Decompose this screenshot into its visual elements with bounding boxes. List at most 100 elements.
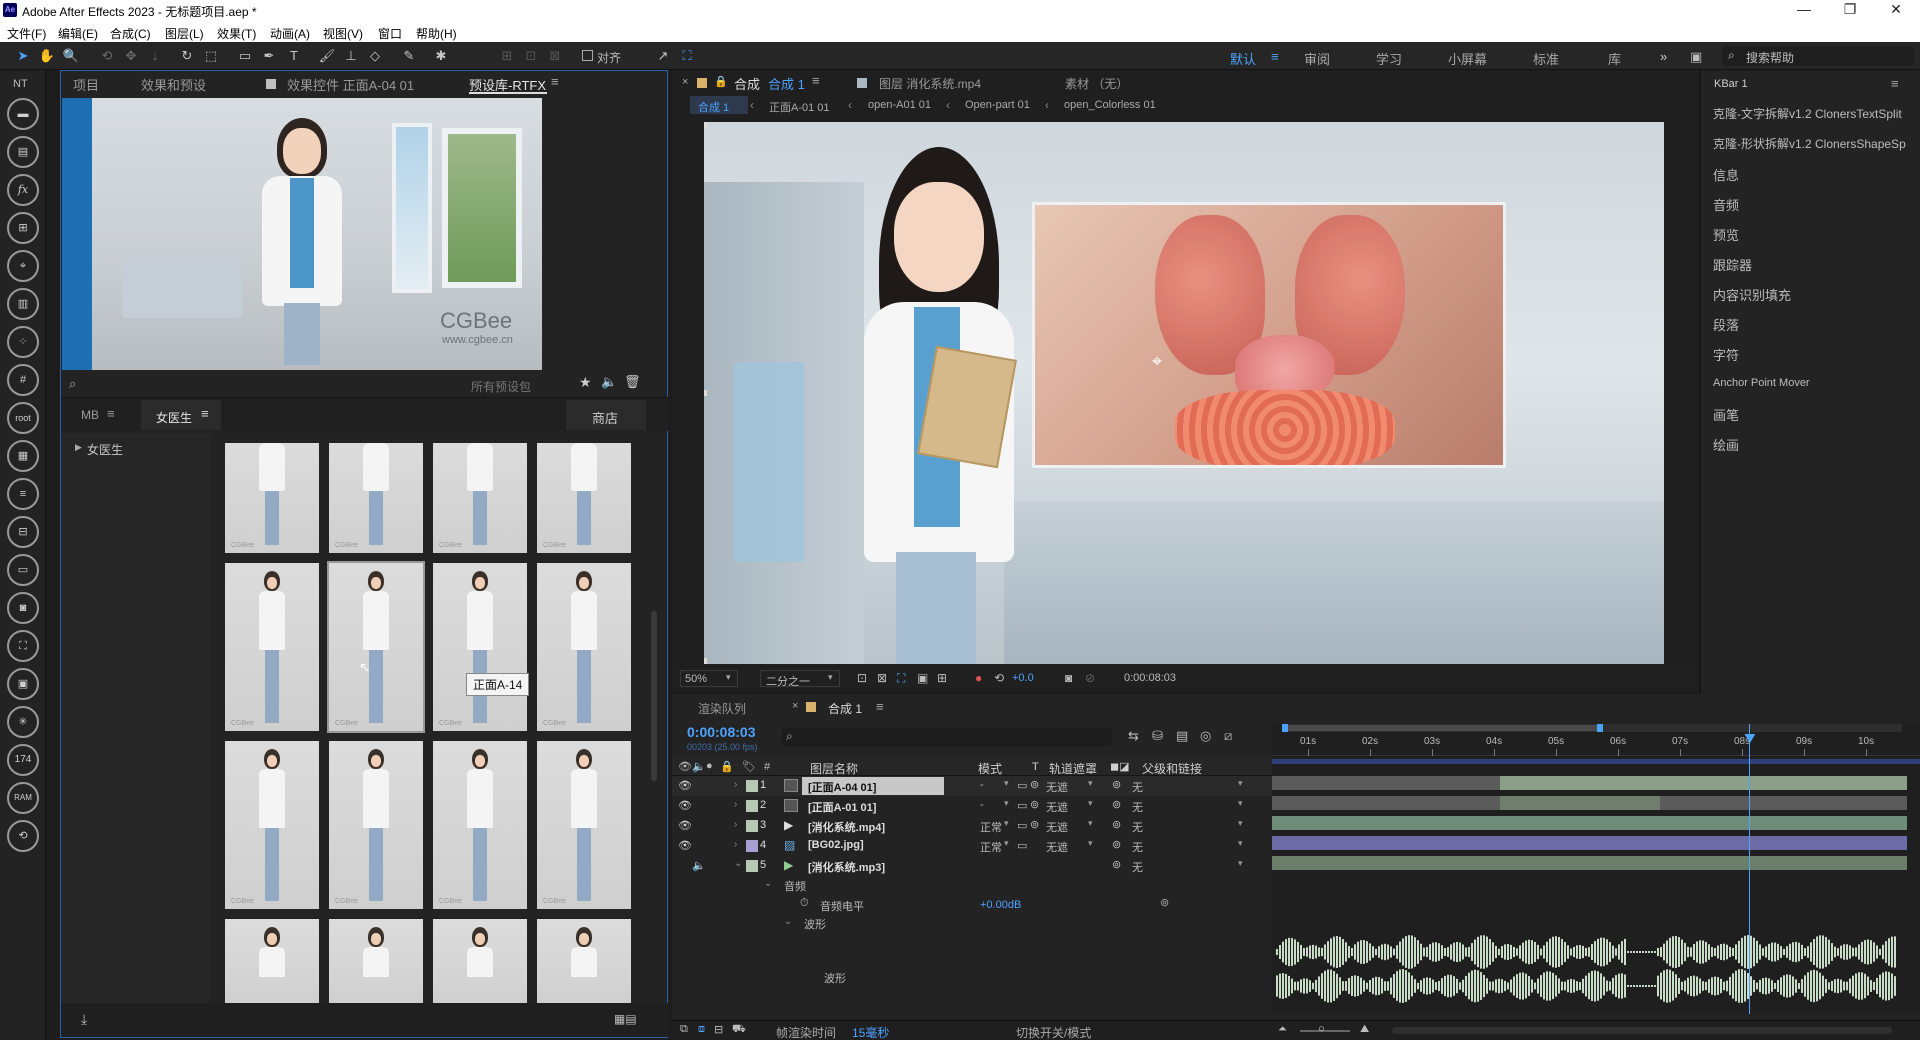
pickwhip-icon[interactable]: ⊚ — [1112, 818, 1121, 831]
display-icon[interactable]: ▣ — [7, 668, 39, 700]
pickwhip-icon[interactable]: ⊚ — [1112, 798, 1121, 811]
channel-icon[interactable]: ● — [975, 671, 982, 685]
expand-arrow-icon[interactable]: › — [734, 799, 737, 810]
grid-scrollbar[interactable] — [651, 611, 657, 781]
workspace-learn[interactable]: 学习 — [1376, 49, 1402, 68]
pickwhip-icon[interactable]: ⊚ — [1112, 838, 1121, 851]
align-icon[interactable]: ≡ — [7, 478, 39, 510]
panel-item-tracker[interactable]: 跟踪器 — [1713, 255, 1752, 274]
workspace-more-icon[interactable]: » — [1660, 49, 1667, 64]
orbit-tool-icon[interactable]: ⟲ — [98, 48, 116, 64]
tree-expand-icon[interactable]: ▶ — [75, 442, 82, 453]
sound-icon[interactable]: 🔈 — [601, 374, 617, 390]
workspace-menu-icon[interactable]: ≡ — [1271, 49, 1279, 64]
preset-thumbnail-selected[interactable]: CGBee — [327, 561, 425, 733]
subtab-mb-menu-icon[interactable]: ≡ — [107, 406, 115, 421]
table-row[interactable]: 👁 1 › [正面A-04 01] - ▾ ▭ ⊚ 无遮 ▾ ⊚ 无 ▾ — [672, 776, 1272, 796]
breadcrumb-item[interactable]: 合成 1 — [698, 99, 729, 115]
snap-checkbox[interactable] — [582, 50, 593, 61]
menu-composition[interactable]: 合成(C) — [110, 25, 151, 42]
pen-tool-icon[interactable]: ✒ — [260, 48, 278, 64]
download-icon[interactable]: ⤓ — [81, 1011, 87, 1028]
close-button[interactable]: ✕ — [1873, 1, 1919, 18]
subtab-female-doctor-menu-icon[interactable]: ≡ — [201, 406, 209, 421]
root-icon[interactable]: root — [7, 402, 39, 434]
viewer-tab-composition[interactable]: 合成 — [734, 74, 760, 93]
dolly-tool-icon[interactable]: ↓ — [146, 48, 164, 64]
parent-value[interactable]: 无 — [1132, 799, 1143, 815]
layer-mode[interactable]: - — [980, 799, 984, 811]
counter-icon[interactable]: 174 — [7, 744, 39, 776]
expand-arrow-icon[interactable]: › — [734, 819, 737, 830]
matte-link-icon[interactable]: ⊚ — [1030, 798, 1039, 811]
layer-name[interactable]: [消化系统.mp3] — [808, 859, 885, 875]
preset-thumbnail[interactable]: CGBee — [329, 741, 423, 909]
label-column-icon[interactable]: 🏷 — [742, 760, 756, 773]
track-matte-header[interactable]: 轨道遮罩 — [1049, 760, 1097, 777]
layer-bar[interactable] — [1500, 796, 1660, 810]
track-matte-value[interactable]: 无遮 — [1046, 839, 1068, 855]
pickwhip-icon[interactable]: ⊚ — [1112, 858, 1121, 871]
comp-flowchart-icon[interactable]: ⇆ — [1128, 728, 1139, 744]
tree-item-female-doctor[interactable]: 女医生 — [87, 441, 123, 458]
panel-item-info[interactable]: 信息 — [1713, 165, 1739, 184]
panel-item-audio[interactable]: 音频 — [1713, 195, 1739, 214]
transform-handle[interactable] — [704, 658, 707, 664]
viewer-tab-layer[interactable]: 图层 消化系统.mp4 — [879, 75, 981, 92]
graph-editor-icon[interactable]: ⧄ — [1224, 728, 1232, 744]
visibility-eye-icon[interactable]: 👁 — [678, 819, 692, 832]
resolution-dropdown[interactable]: 二分之一 ▾ — [760, 670, 840, 688]
zoom-slider-knob[interactable]: ○ — [1318, 1023, 1325, 1035]
zoom-in-icon[interactable]: ⛰ — [1360, 1023, 1369, 1036]
ram-icon[interactable]: RAM — [7, 782, 39, 814]
layer-name[interactable]: [BG02.jpg] — [808, 839, 864, 851]
transform-icon[interactable]: ⛶ — [7, 630, 39, 662]
type-tool-icon[interactable]: T — [285, 48, 303, 64]
subtab-mb[interactable]: MB — [81, 408, 99, 422]
preset-thumbnail[interactable]: CGBee — [225, 443, 319, 553]
matte-link-icon[interactable]: ⊚ — [1030, 778, 1039, 791]
region-of-interest-icon[interactable]: ▣ — [917, 671, 928, 685]
mode-header[interactable]: 模式 — [978, 760, 1002, 777]
add-image-icon[interactable]: ⊞ — [7, 212, 39, 244]
label-color-swatch[interactable] — [746, 840, 758, 852]
video-column-icon[interactable]: 👁 — [678, 760, 692, 773]
time-ruler[interactable]: 01s 02s 03s 04s 05s 06s 07s 08s 09s 10s — [1272, 734, 1920, 756]
track-matte-value[interactable]: 无遮 — [1046, 799, 1068, 815]
current-timecode[interactable]: 0:00:08:03 — [687, 724, 756, 740]
zoom-out-icon[interactable]: ⏶ — [1278, 1023, 1287, 1036]
preset-search-placeholder[interactable]: 所有预设包 — [471, 378, 531, 395]
history-icon[interactable]: ⟲ — [7, 820, 39, 852]
tab-comp-1[interactable]: 合成 1 — [828, 700, 862, 717]
breadcrumb-item[interactable]: open-A01 01 — [868, 99, 931, 111]
tab-project[interactable]: 项目 — [73, 75, 99, 94]
crosshair-icon[interactable]: ⌖ — [7, 250, 39, 282]
expression-pickwhip-icon[interactable]: ⊚ — [1160, 896, 1169, 909]
close-tab-icon[interactable]: × — [682, 76, 688, 88]
roto-brush-tool-icon[interactable]: ✎ — [400, 48, 418, 64]
local-axis-icon[interactable]: ⊞ — [498, 48, 516, 64]
text-box-icon[interactable]: ▥ — [7, 288, 39, 320]
in-out-icon[interactable]: ⊟ — [714, 1023, 723, 1036]
visibility-eye-icon[interactable]: 👁 — [678, 799, 692, 812]
view-toggle-icon[interactable]: ▦▤ — [614, 1012, 637, 1026]
menu-help[interactable]: 帮助(H) — [416, 25, 457, 42]
expand-arrow-icon[interactable]: › — [734, 839, 737, 850]
workspace-library[interactable]: 库 — [1608, 49, 1621, 68]
brush-tool-icon[interactable]: 🖌 — [318, 48, 336, 64]
solo-column-icon[interactable]: ● — [706, 760, 713, 772]
fx-styles-icon[interactable]: fx — [7, 174, 39, 206]
collapse-arrow-icon[interactable]: ⌄ — [764, 878, 772, 889]
snapshot-camera-icon[interactable]: ◙ — [1065, 671, 1072, 685]
sparkle-icon[interactable]: ✳ — [7, 706, 39, 738]
menu-effect[interactable]: 效果(T) — [217, 25, 256, 42]
work-area-range[interactable] — [1282, 725, 1602, 731]
layer-bar[interactable] — [1272, 816, 1907, 830]
preset-thumbnail[interactable] — [537, 919, 631, 1003]
preset-thumbnail[interactable]: CGBee — [433, 741, 527, 909]
label-color-swatch[interactable] — [746, 820, 758, 832]
label-color-swatch[interactable] — [746, 860, 758, 872]
transfer-controls-icon[interactable]: ⧈ — [698, 1023, 705, 1036]
menu-view[interactable]: 视图(V) — [323, 25, 363, 42]
panel-item-character[interactable]: 字符 — [1713, 345, 1739, 364]
